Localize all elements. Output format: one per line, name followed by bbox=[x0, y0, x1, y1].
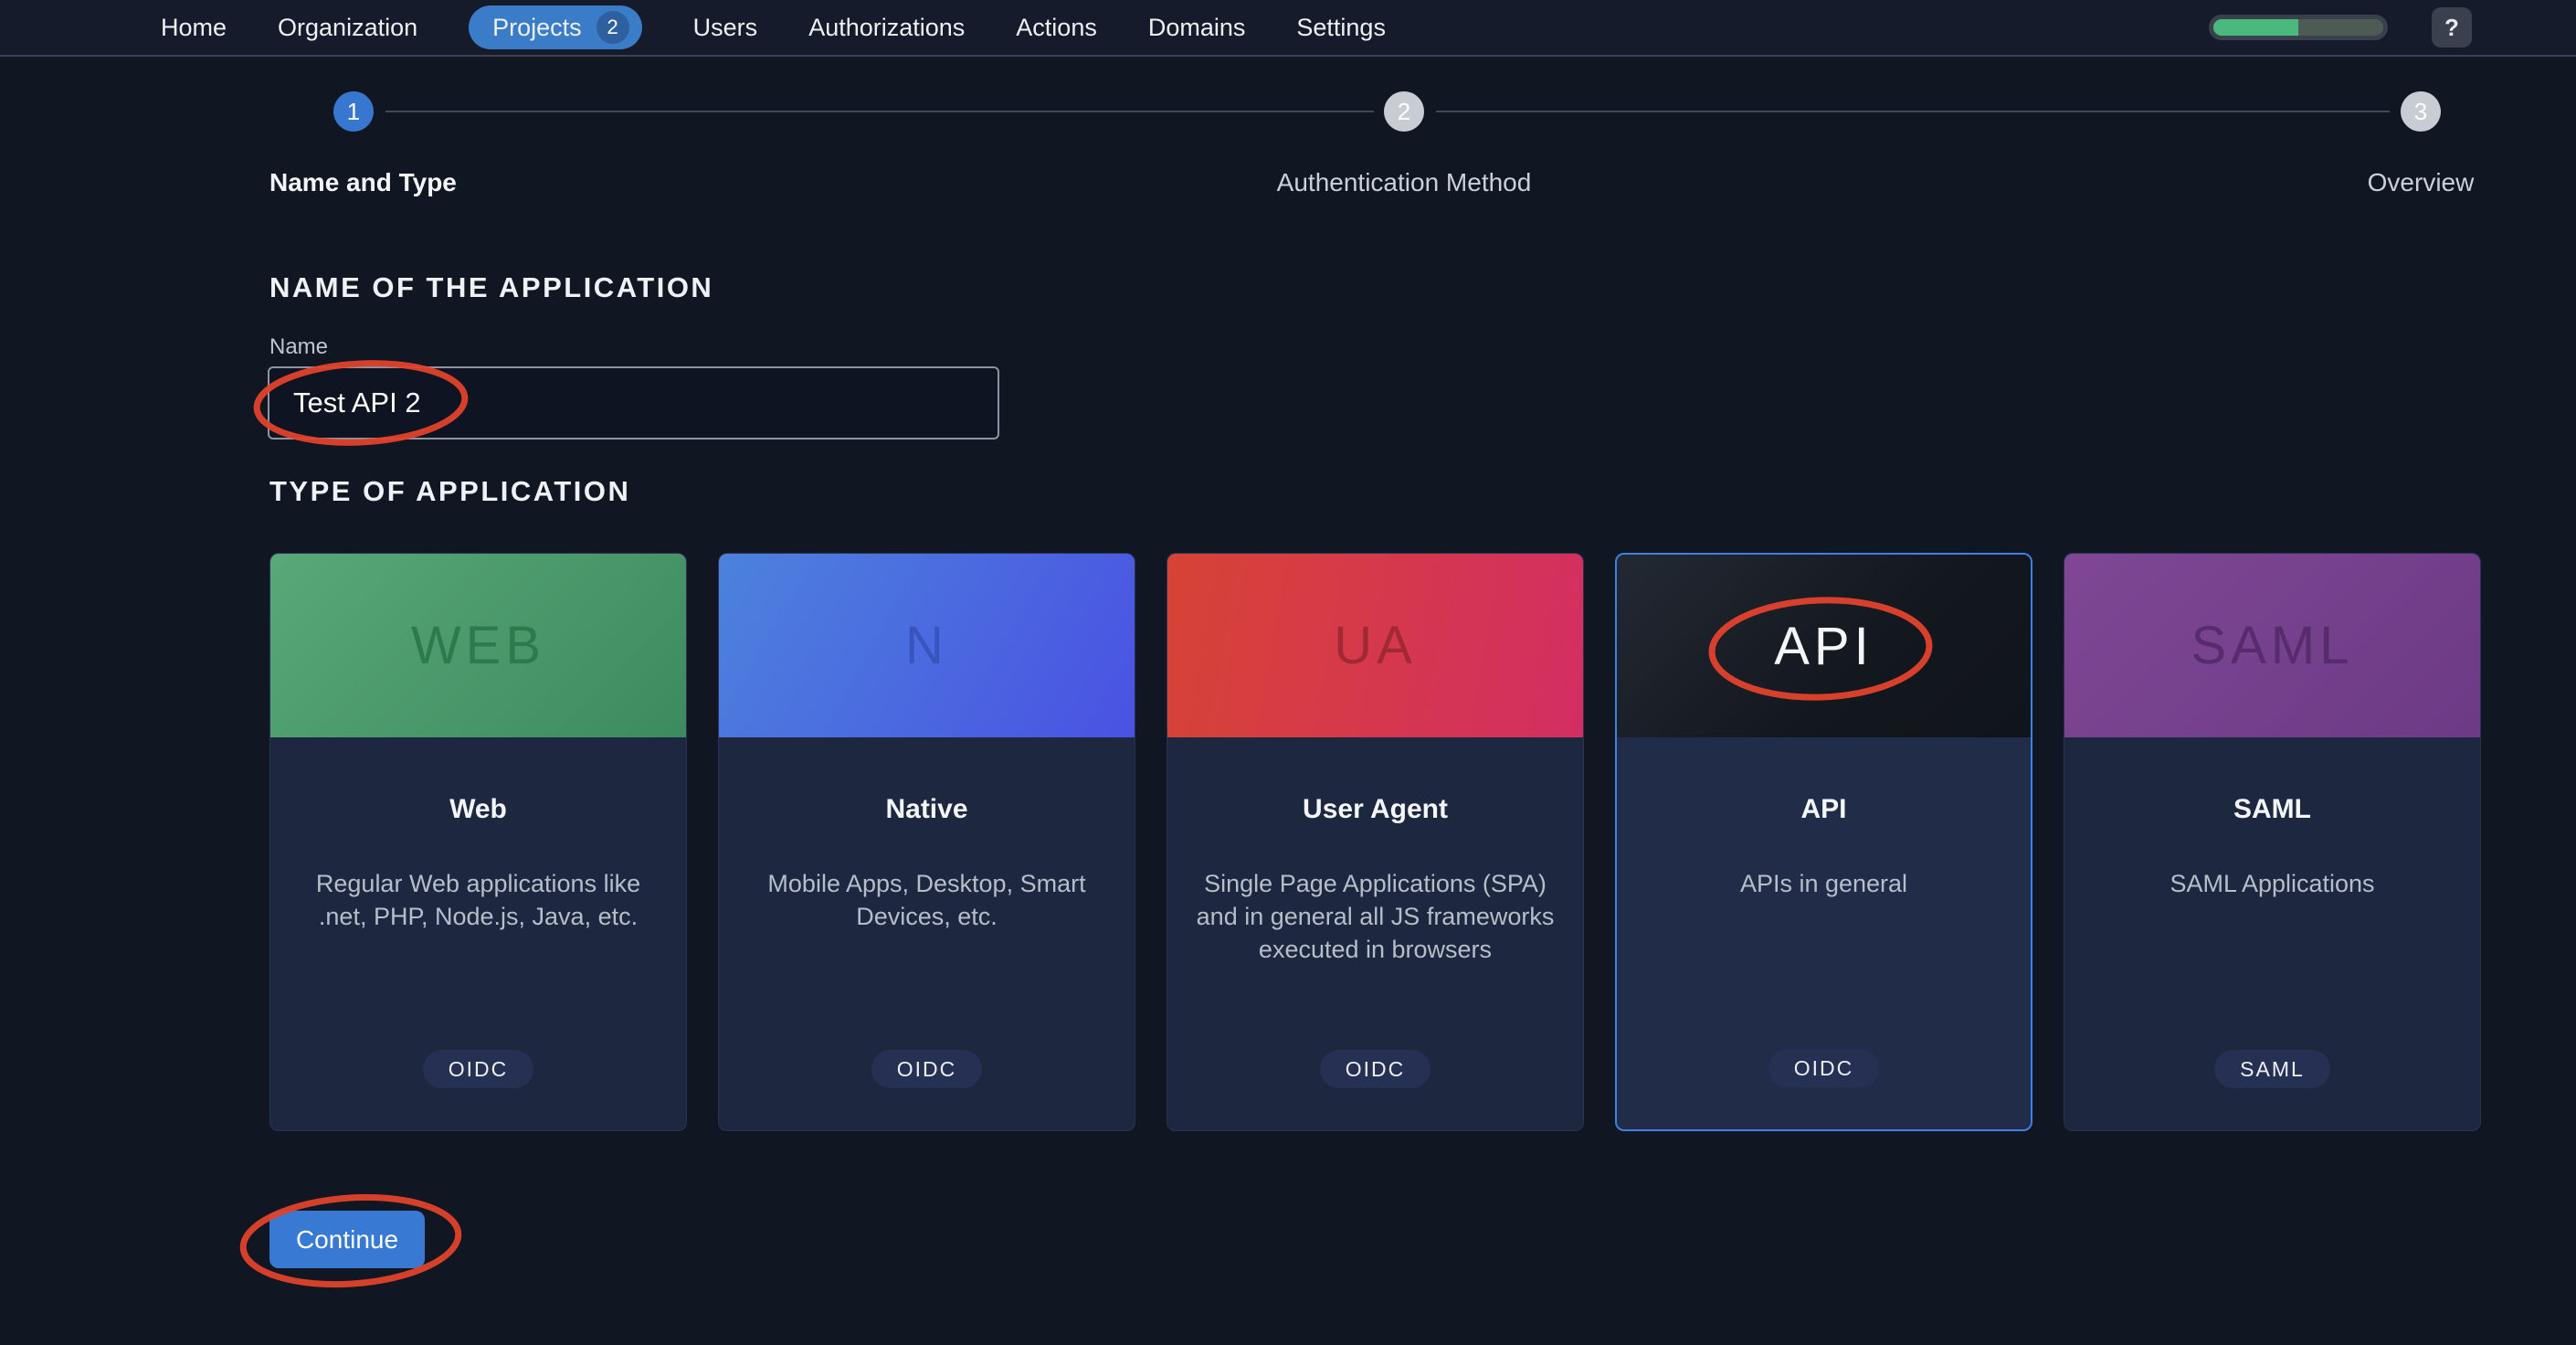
card-description: Regular Web applications like .net, PHP,… bbox=[296, 867, 660, 933]
card-api-banner: API bbox=[1617, 555, 2031, 737]
nav-item-home[interactable]: Home bbox=[161, 14, 227, 42]
nav-item-users[interactable]: Users bbox=[693, 14, 758, 42]
card-native-banner: N bbox=[719, 554, 1135, 737]
card-protocol-badge: OIDC bbox=[1768, 1049, 1880, 1087]
step-1-indicator[interactable]: 1 bbox=[333, 91, 374, 132]
card-api-selected[interactable]: API API APIs in general OIDC bbox=[1615, 553, 2032, 1131]
app-root: Home Organization Projects 2 Users Autho… bbox=[0, 0, 2576, 1345]
card-description: Mobile Apps, Desktop, Smart Devices, etc… bbox=[744, 867, 1109, 933]
usage-progress-fill bbox=[2213, 19, 2298, 36]
nav-item-organization[interactable]: Organization bbox=[278, 14, 417, 42]
card-protocol-badge: OIDC bbox=[871, 1050, 983, 1088]
nav-item-actions[interactable]: Actions bbox=[1016, 14, 1097, 42]
nav-item-projects[interactable]: Projects 2 bbox=[469, 5, 642, 49]
step-2-indicator[interactable]: 2 bbox=[1384, 91, 1424, 132]
card-web[interactable]: WEB Web Regular Web applications like .n… bbox=[269, 553, 687, 1131]
nav-menu: Home Organization Projects 2 Users Autho… bbox=[161, 5, 1386, 49]
name-section-title: NAME OF THE APPLICATION bbox=[269, 271, 713, 304]
card-protocol-badge: OIDC bbox=[423, 1050, 534, 1088]
card-native-letters: N bbox=[905, 615, 948, 676]
card-saml-letters: SAML bbox=[2191, 615, 2354, 676]
card-user-agent-letters: UA bbox=[1334, 615, 1417, 676]
card-description: Single Page Applications (SPA) and in ge… bbox=[1193, 867, 1557, 966]
step-1-label: Name and Type bbox=[269, 168, 457, 197]
card-saml[interactable]: SAML SAML SAML Applications SAML bbox=[2064, 553, 2481, 1131]
card-user-agent-banner: UA bbox=[1167, 554, 1583, 737]
card-title: Web bbox=[449, 794, 507, 825]
card-user-agent[interactable]: UA User Agent Single Page Applications (… bbox=[1167, 553, 1584, 1131]
card-title: Native bbox=[885, 794, 967, 825]
help-button[interactable]: ? bbox=[2432, 7, 2472, 48]
name-field-label: Name bbox=[269, 334, 328, 360]
card-native[interactable]: N Native Mobile Apps, Desktop, Smart Dev… bbox=[718, 553, 1135, 1131]
card-api-letters: API bbox=[1774, 616, 1874, 677]
projects-count-badge: 2 bbox=[596, 11, 629, 44]
card-web-body: Web Regular Web applications like .net, … bbox=[270, 737, 686, 1130]
nav-item-domains[interactable]: Domains bbox=[1148, 14, 1246, 42]
card-api-body: API APIs in general OIDC bbox=[1617, 737, 2031, 1129]
nav-item-authorizations[interactable]: Authorizations bbox=[808, 14, 965, 42]
application-name-input[interactable] bbox=[268, 366, 999, 440]
card-protocol-badge: OIDC bbox=[1320, 1050, 1431, 1088]
card-web-banner: WEB bbox=[270, 554, 686, 737]
nav-item-projects-label: Projects bbox=[492, 14, 582, 42]
stepper-line-2 bbox=[1436, 111, 2390, 112]
card-protocol-badge: SAML bbox=[2214, 1050, 2330, 1088]
card-saml-body: SAML SAML Applications SAML bbox=[2064, 737, 2480, 1130]
card-web-letters: WEB bbox=[411, 615, 545, 676]
nav-item-settings[interactable]: Settings bbox=[1296, 14, 1386, 42]
continue-button[interactable]: Continue bbox=[269, 1211, 425, 1268]
top-nav: Home Organization Projects 2 Users Autho… bbox=[0, 0, 2576, 57]
step-2-label: Authentication Method bbox=[1277, 168, 1532, 197]
step-3-indicator[interactable]: 3 bbox=[2401, 91, 2441, 132]
card-title: User Agent bbox=[1303, 794, 1448, 825]
card-title: API bbox=[1800, 794, 1846, 825]
card-description: SAML Applications bbox=[2170, 867, 2374, 900]
step-3-label: Overview bbox=[2368, 168, 2475, 197]
stepper-line-1 bbox=[385, 111, 1374, 112]
nav-right-controls: ? bbox=[2209, 7, 2472, 48]
card-native-body: Native Mobile Apps, Desktop, Smart Devic… bbox=[719, 737, 1135, 1130]
card-description: APIs in general bbox=[1740, 867, 1907, 900]
application-type-cards: WEB Web Regular Web applications like .n… bbox=[269, 553, 2481, 1131]
type-section-title: TYPE OF APPLICATION bbox=[269, 475, 630, 508]
card-saml-banner: SAML bbox=[2064, 554, 2480, 737]
card-user-agent-body: User Agent Single Page Applications (SPA… bbox=[1167, 737, 1583, 1130]
card-title: SAML bbox=[2233, 794, 2311, 825]
usage-progress-bar bbox=[2209, 15, 2388, 40]
